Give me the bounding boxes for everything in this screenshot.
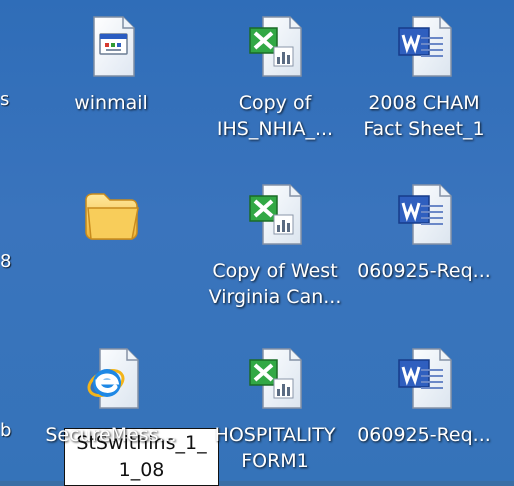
desktop-icon-label: SecureMess... (45, 424, 177, 446)
internet-explorer-icon (76, 344, 146, 414)
desktop-icon-label: 2008 CHAM Fact Sheet_1 (363, 92, 485, 140)
desktop-icon-label: Copy of West Virginia Can... (208, 260, 342, 308)
program-file-icon (76, 12, 146, 82)
desktop-icon-060925-req-2[interactable]: 060925-Req... (344, 344, 504, 456)
partially-hidden-icon-label: s (0, 89, 10, 110)
excel-document-icon (240, 344, 310, 414)
desktop-icon-label: 060925-Req... (357, 424, 491, 446)
desktop-icon-2008-cham-fact-sheet[interactable]: 2008 CHAM Fact Sheet_1 (344, 12, 504, 150)
word-document-icon (389, 180, 459, 250)
desktop-icon-label: 060925-Req... (357, 260, 491, 282)
desktop-icon-label: Copy of IHS_NHIA_... (216, 92, 334, 140)
desktop-icon-060925-req-1[interactable]: 060925-Req... (344, 180, 504, 292)
desktop-icon-winmail[interactable]: winmail (31, 12, 191, 124)
folder-icon (76, 180, 146, 250)
desktop-icon-hospitality-form1[interactable]: HOSPITALITY FORM1 (195, 344, 355, 482)
excel-document-icon (240, 12, 310, 82)
excel-document-icon (240, 180, 310, 250)
desktop-icon-copy-of-west-virginia[interactable]: Copy of West Virginia Can... (195, 180, 355, 318)
word-document-icon (389, 12, 459, 82)
desktop-background[interactable]: s 8 . b . winmail (0, 0, 514, 486)
desktop-icon-label: winmail (74, 92, 148, 114)
desktop-icon-copy-of-ihs-nhia[interactable]: Copy of IHS_NHIA_... (195, 12, 355, 150)
word-document-icon (389, 344, 459, 414)
desktop-icon-securemess[interactable]: SecureMess... (31, 344, 191, 456)
partially-hidden-icon-label: b . (0, 420, 14, 441)
partially-hidden-icon-label: 8 . (0, 251, 14, 272)
desktop-icon-label: HOSPITALITY FORM1 (214, 424, 336, 472)
desktop-icon-stswithins-folder[interactable]: StSwithins_1_ 1_08 (31, 180, 219, 486)
